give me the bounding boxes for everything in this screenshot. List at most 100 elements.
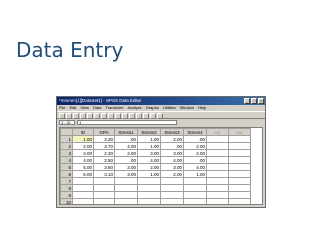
split-icon[interactable] bbox=[129, 113, 135, 119]
cell-value-input[interactable]: 1 bbox=[77, 119, 177, 125]
row-number[interactable]: 4 bbox=[60, 156, 73, 164]
save-icon[interactable] bbox=[66, 113, 72, 119]
data-cell[interactable]: 3.00 bbox=[114, 170, 138, 178]
data-cell[interactable]: 2.00 bbox=[160, 170, 184, 178]
data-cell[interactable] bbox=[206, 198, 229, 204]
data-cell[interactable]: 2.00 bbox=[114, 149, 138, 157]
data-cell[interactable] bbox=[72, 198, 94, 204]
menu-item-edit[interactable]: Edit bbox=[69, 105, 76, 111]
data-cell[interactable]: 3.60 bbox=[93, 163, 115, 171]
data-cell[interactable]: 2.00 bbox=[160, 135, 184, 143]
column-header-stress1[interactable]: Stress1 bbox=[114, 128, 138, 136]
data-cell[interactable]: 2.00 bbox=[137, 163, 161, 171]
data-cell[interactable]: .00 bbox=[183, 156, 207, 164]
data-cell[interactable] bbox=[137, 177, 161, 185]
data-cell[interactable]: 5.00 bbox=[72, 163, 94, 171]
data-cell[interactable] bbox=[206, 163, 229, 171]
data-cell[interactable]: .00 bbox=[160, 142, 184, 150]
data-cell[interactable]: 2.50 bbox=[93, 156, 115, 164]
sets-icon[interactable] bbox=[157, 113, 163, 119]
data-cell[interactable]: 1.00 bbox=[137, 135, 161, 143]
column-header-stress3[interactable]: Stress3 bbox=[160, 128, 184, 136]
undo-icon[interactable] bbox=[80, 113, 86, 119]
data-cell[interactable] bbox=[114, 177, 138, 185]
data-cell[interactable] bbox=[160, 184, 184, 192]
data-cell[interactable] bbox=[183, 177, 207, 185]
menu-item-analyze[interactable]: Analyze bbox=[128, 105, 142, 111]
data-cell[interactable] bbox=[228, 142, 251, 150]
row-number[interactable]: 3 bbox=[60, 149, 73, 157]
menu-item-file[interactable]: File bbox=[59, 105, 65, 111]
data-cell[interactable] bbox=[206, 177, 229, 185]
find-icon[interactable] bbox=[108, 113, 114, 119]
close-button[interactable]: × bbox=[258, 98, 264, 104]
data-cell[interactable] bbox=[160, 177, 184, 185]
data-cell[interactable]: 3.00 bbox=[160, 163, 184, 171]
data-cell[interactable] bbox=[183, 184, 207, 192]
data-cell[interactable] bbox=[93, 191, 115, 199]
menu-item-data[interactable]: Data bbox=[93, 105, 101, 111]
data-cell[interactable]: 4.00 bbox=[137, 156, 161, 164]
data-cell[interactable] bbox=[114, 198, 138, 204]
labels-icon[interactable] bbox=[150, 113, 156, 119]
column-header-gpa[interactable]: GPA bbox=[93, 128, 115, 136]
data-cell[interactable]: 2.30 bbox=[93, 149, 115, 157]
menu-item-help[interactable]: Help bbox=[198, 105, 206, 111]
data-cell[interactable] bbox=[160, 198, 184, 204]
data-cell[interactable]: 1.00 bbox=[72, 135, 94, 143]
insert-variable-icon[interactable] bbox=[122, 113, 128, 119]
data-cell[interactable] bbox=[114, 191, 138, 199]
data-cell[interactable] bbox=[93, 177, 115, 185]
data-cell[interactable]: 3.00 bbox=[72, 149, 94, 157]
data-cell[interactable] bbox=[206, 142, 229, 150]
data-cell[interactable]: .00 bbox=[183, 135, 207, 143]
data-cell[interactable] bbox=[206, 191, 229, 199]
data-cell[interactable] bbox=[137, 184, 161, 192]
data-cell[interactable]: 6.00 bbox=[72, 170, 94, 178]
data-cell[interactable]: 4.00 bbox=[183, 163, 207, 171]
data-cell[interactable] bbox=[114, 184, 138, 192]
minimize-button[interactable]: _ bbox=[244, 98, 250, 104]
data-cell[interactable] bbox=[137, 191, 161, 199]
data-cell[interactable]: 2.00 bbox=[72, 142, 94, 150]
data-cell[interactable]: 3.00 bbox=[137, 149, 161, 157]
data-cell[interactable] bbox=[228, 149, 251, 157]
row-number[interactable]: 2 bbox=[60, 142, 73, 150]
data-cell[interactable] bbox=[228, 198, 251, 204]
row-number[interactable]: 6 bbox=[60, 170, 73, 178]
column-header-id[interactable]: ID bbox=[72, 128, 94, 136]
data-cell[interactable] bbox=[228, 191, 251, 199]
row-number[interactable]: 5 bbox=[60, 163, 73, 171]
row-number[interactable]: 10 bbox=[60, 198, 73, 204]
data-cell[interactable]: 3.00 bbox=[160, 149, 184, 157]
open-icon[interactable] bbox=[59, 113, 65, 119]
data-cell[interactable] bbox=[206, 184, 229, 192]
weight-icon[interactable] bbox=[136, 113, 142, 119]
column-header-var[interactable]: var bbox=[228, 128, 251, 136]
insert-cases-icon[interactable] bbox=[115, 113, 121, 119]
print-icon[interactable] bbox=[73, 113, 79, 119]
data-cell[interactable]: 2.00 bbox=[183, 149, 207, 157]
cell-reference[interactable]: 1 : ID bbox=[59, 119, 75, 125]
data-cell[interactable] bbox=[228, 184, 251, 192]
data-cell[interactable]: 3.30 bbox=[93, 135, 115, 143]
data-cell[interactable] bbox=[228, 177, 251, 185]
row-number[interactable]: 9 bbox=[60, 191, 73, 199]
menu-item-window[interactable]: Window bbox=[180, 105, 194, 111]
menu-item-view[interactable]: View bbox=[80, 105, 89, 111]
data-cell[interactable] bbox=[183, 191, 207, 199]
data-cell[interactable]: 1.00 bbox=[137, 142, 161, 150]
row-number[interactable]: 7 bbox=[60, 177, 73, 185]
data-cell[interactable] bbox=[206, 135, 229, 143]
data-cell[interactable] bbox=[183, 198, 207, 204]
data-cell[interactable] bbox=[228, 163, 251, 171]
data-cell[interactable] bbox=[206, 156, 229, 164]
maximize-button[interactable]: □ bbox=[251, 98, 257, 104]
variables-icon[interactable] bbox=[101, 113, 107, 119]
data-cell[interactable]: 3.70 bbox=[93, 142, 115, 150]
data-cell[interactable] bbox=[228, 156, 251, 164]
data-cell[interactable]: 1.00 bbox=[137, 170, 161, 178]
data-cell[interactable] bbox=[93, 198, 115, 204]
data-cell[interactable]: 2.00 bbox=[183, 142, 207, 150]
goto-icon[interactable] bbox=[94, 113, 100, 119]
